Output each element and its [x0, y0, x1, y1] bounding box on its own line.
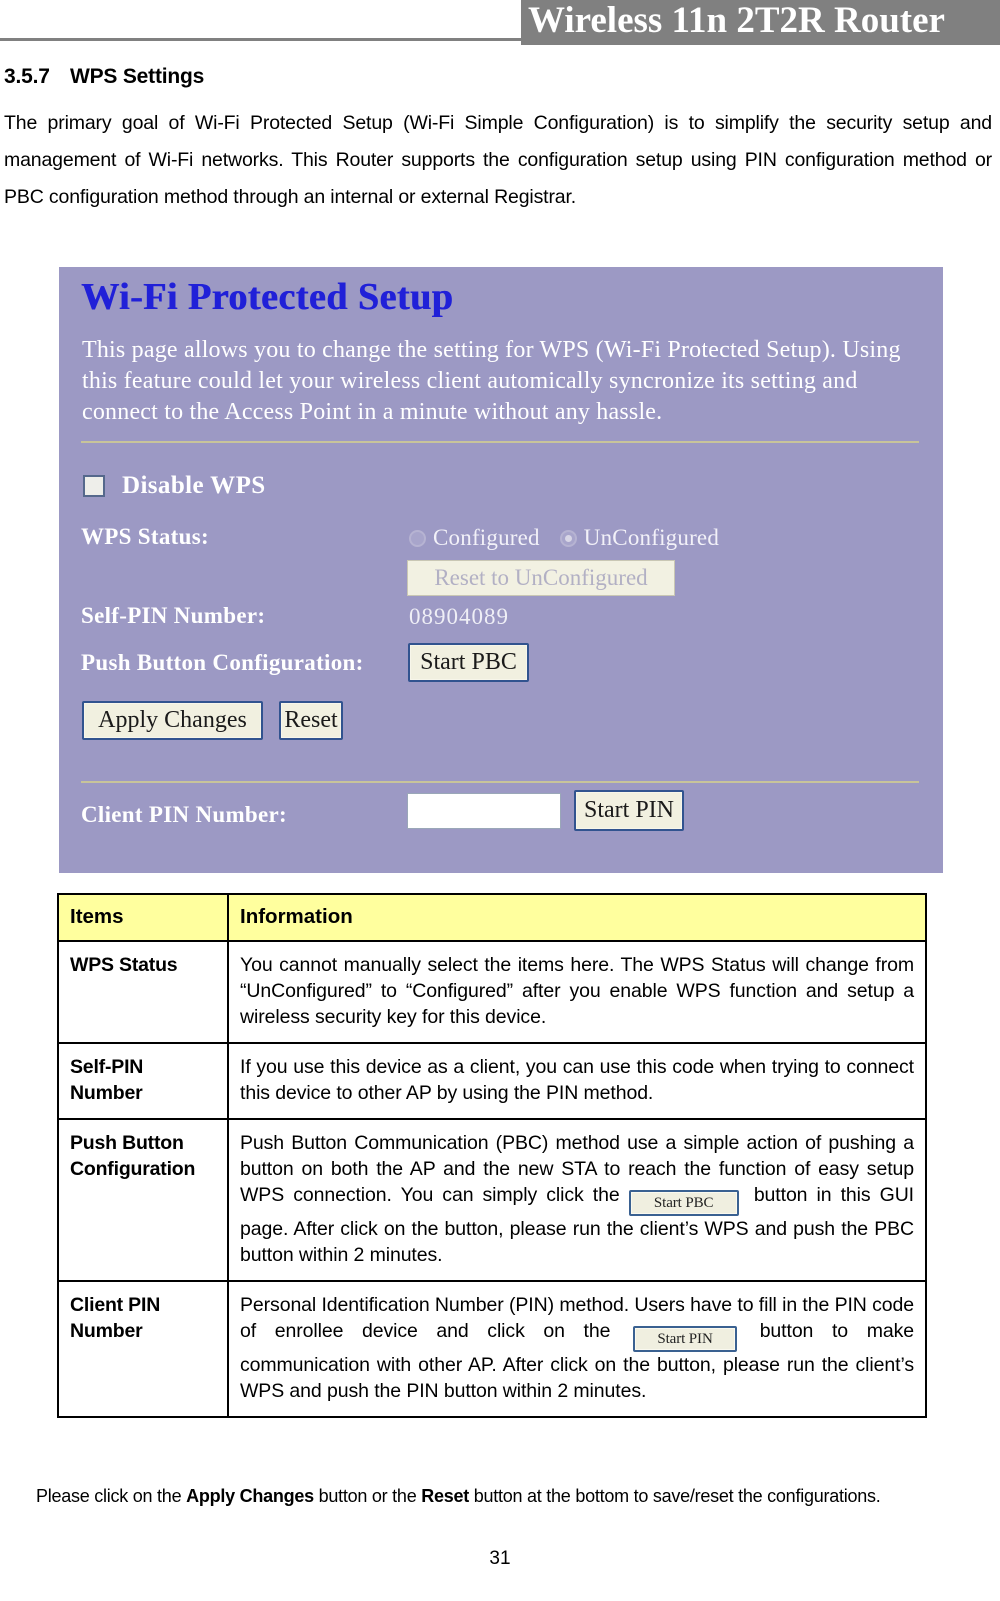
table-row: WPS Status You cannot manually select th… — [57, 940, 927, 1044]
column-header-information: Information — [227, 893, 927, 942]
wps-settings-screenshot: Wi-Fi Protected Setup This page allows y… — [59, 267, 943, 873]
disable-wps-label: Disable WPS — [122, 472, 266, 499]
disable-wps-row[interactable]: Disable WPS — [83, 472, 266, 500]
self-pin-number-label: Self-PIN Number: — [81, 603, 266, 628]
inline-start-pbc-button[interactable]: Start PBC — [628, 1190, 739, 1216]
panel-divider-bottom — [81, 781, 919, 783]
radio-configured[interactable]: Configured — [409, 525, 540, 551]
footer-note: Please click on the Apply Changes button… — [36, 1484, 966, 1508]
footer-note-reset: Reset — [421, 1486, 469, 1506]
footer-note-mid: button or the — [313, 1486, 422, 1506]
wps-panel-description: This page allows you to change the setti… — [82, 337, 901, 425]
section-intro-paragraph: The primary goal of Wi-Fi Protected Setu… — [4, 112, 992, 209]
apply-changes-button[interactable]: Apply Changes — [82, 701, 263, 740]
push-button-configuration-label: Push Button Configuration: — [81, 650, 364, 675]
client-pin-input[interactable] — [407, 793, 561, 829]
wps-items-information-table: Items Information WPS Status You cannot … — [57, 893, 927, 1418]
radio-unconfigured[interactable]: UnConfigured — [559, 525, 720, 551]
document-content: 3.5.7 WPS Settings The primary goal of Wi… — [0, 64, 1000, 216]
radio-unconfigured-label: UnConfigured — [583, 525, 720, 550]
start-pin-button[interactable]: Start PIN — [574, 790, 684, 831]
column-header-items: Items — [57, 893, 229, 942]
section-number: 3.5.7 — [4, 65, 50, 88]
page-running-header: Wireless 11n 2T2R Router — [0, 0, 1000, 45]
row-info-self-pin-number: If you use this device as a client, you … — [227, 1042, 927, 1120]
client-pin-number-label: Client PIN Number: — [81, 802, 287, 827]
header-title: Wireless 11n 2T2R Router — [528, 0, 945, 41]
footer-note-apply-changes: Apply Changes — [186, 1486, 314, 1506]
footer-note-prefix: Please click on the — [36, 1486, 187, 1506]
reset-button[interactable]: Reset — [279, 701, 343, 740]
inline-start-pin-button[interactable]: Start PIN — [633, 1326, 738, 1352]
radio-unconfigured-dot[interactable] — [559, 529, 577, 547]
row-info-wps-status: You cannot manually select the items her… — [227, 940, 927, 1044]
table-header-row: Items Information — [57, 893, 927, 942]
disable-wps-checkbox[interactable] — [83, 475, 105, 497]
header-rule — [0, 38, 521, 41]
wps-panel-title: Wi-Fi Protected Setup — [81, 276, 454, 318]
page-title: 3.5.7 WPS Settings — [4, 64, 992, 89]
wps-status-label: WPS Status: — [81, 524, 209, 549]
start-pbc-button[interactable]: Start PBC — [408, 643, 529, 682]
radio-configured-label: Configured — [433, 525, 540, 550]
reset-to-unconfigured-button[interactable]: Reset to UnConfigured — [407, 560, 675, 596]
row-info-client-pin-number: Personal Identification Number (PIN) met… — [227, 1280, 927, 1418]
section-title: WPS Settings — [70, 65, 205, 88]
self-pin-number-value: 08904089 — [409, 604, 509, 629]
row-item-client-pin-number: Client PIN Number — [57, 1280, 229, 1418]
page-number: 31 — [489, 1548, 511, 1569]
row-info-push-button-configuration: Push Button Communication (PBC) method u… — [227, 1118, 927, 1282]
table-row: Client PIN Number Personal Identificatio… — [57, 1280, 927, 1418]
radio-configured-dot[interactable] — [409, 529, 426, 547]
panel-divider-top — [81, 441, 919, 443]
row-item-wps-status: WPS Status — [57, 940, 229, 1044]
wps-status-radio-group[interactable]: Configured UnConfigured — [409, 525, 719, 551]
row-item-push-button-configuration: Push Button Configuration — [57, 1118, 229, 1282]
row-item-self-pin-number: Self-PIN Number — [57, 1042, 229, 1120]
table-row: Self-PIN Number If you use this device a… — [57, 1042, 927, 1120]
footer-note-suffix: button at the bottom to save/reset the c… — [468, 1486, 881, 1506]
table-row: Push Button Configuration Push Button Co… — [57, 1118, 927, 1282]
